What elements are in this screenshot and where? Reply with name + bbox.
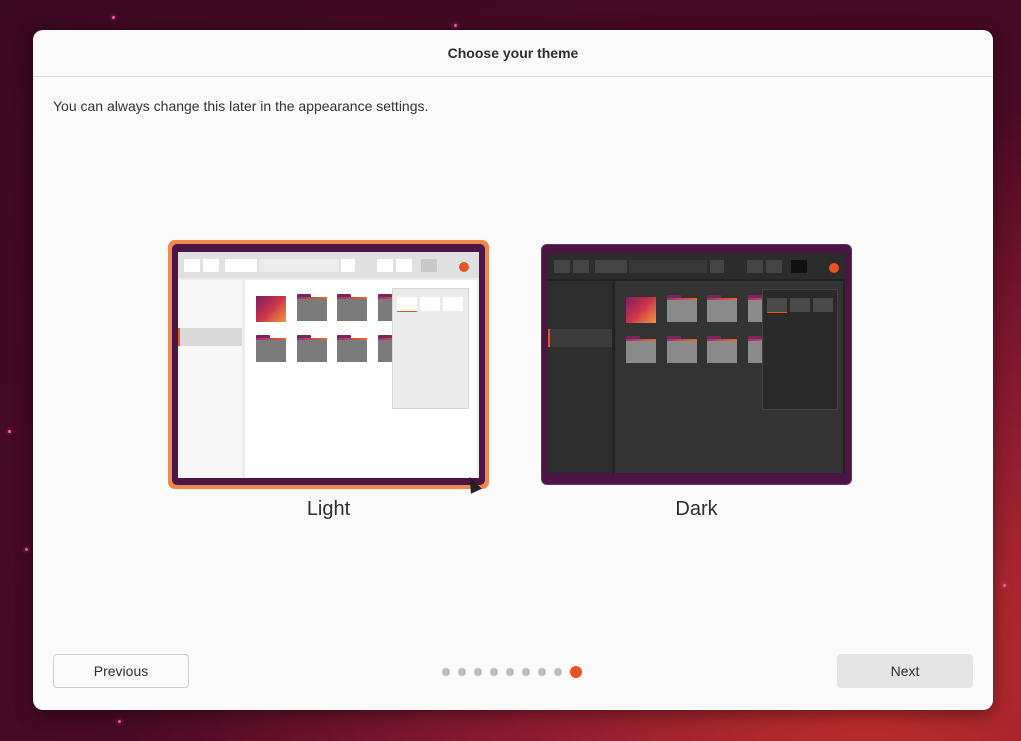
light-theme-option[interactable]: Light [168,240,489,520]
step-dot [474,668,482,676]
dialog-title: Choose your theme [447,45,579,61]
step-dot [506,668,514,676]
dark-theme-preview [541,244,852,485]
next-button[interactable]: Next [837,654,973,688]
dialog-subtitle: You can always change this later in the … [53,98,429,114]
dark-theme-option[interactable]: Dark [541,244,852,520]
light-preview-window [178,252,479,478]
step-indicator [442,666,582,678]
dialog-header: Choose your theme [33,30,993,77]
step-dot [442,668,450,676]
dark-theme-label: Dark [675,498,718,520]
theme-dialog: Choose your theme You can always change … [33,30,993,710]
background-star [1003,584,1006,587]
background-star [118,720,121,723]
light-theme-preview [168,240,489,489]
light-theme-label: Light [306,498,351,520]
background-star [454,24,457,27]
step-dot [490,668,498,676]
background-star [25,548,28,551]
step-dot [554,668,562,676]
step-dot [458,668,466,676]
background-star [8,430,11,433]
step-dot [522,668,530,676]
background-star [112,16,115,19]
dark-preview-window [548,253,845,473]
previous-button[interactable]: Previous [53,654,189,688]
step-dot [538,668,546,676]
step-dot-active [570,666,582,678]
